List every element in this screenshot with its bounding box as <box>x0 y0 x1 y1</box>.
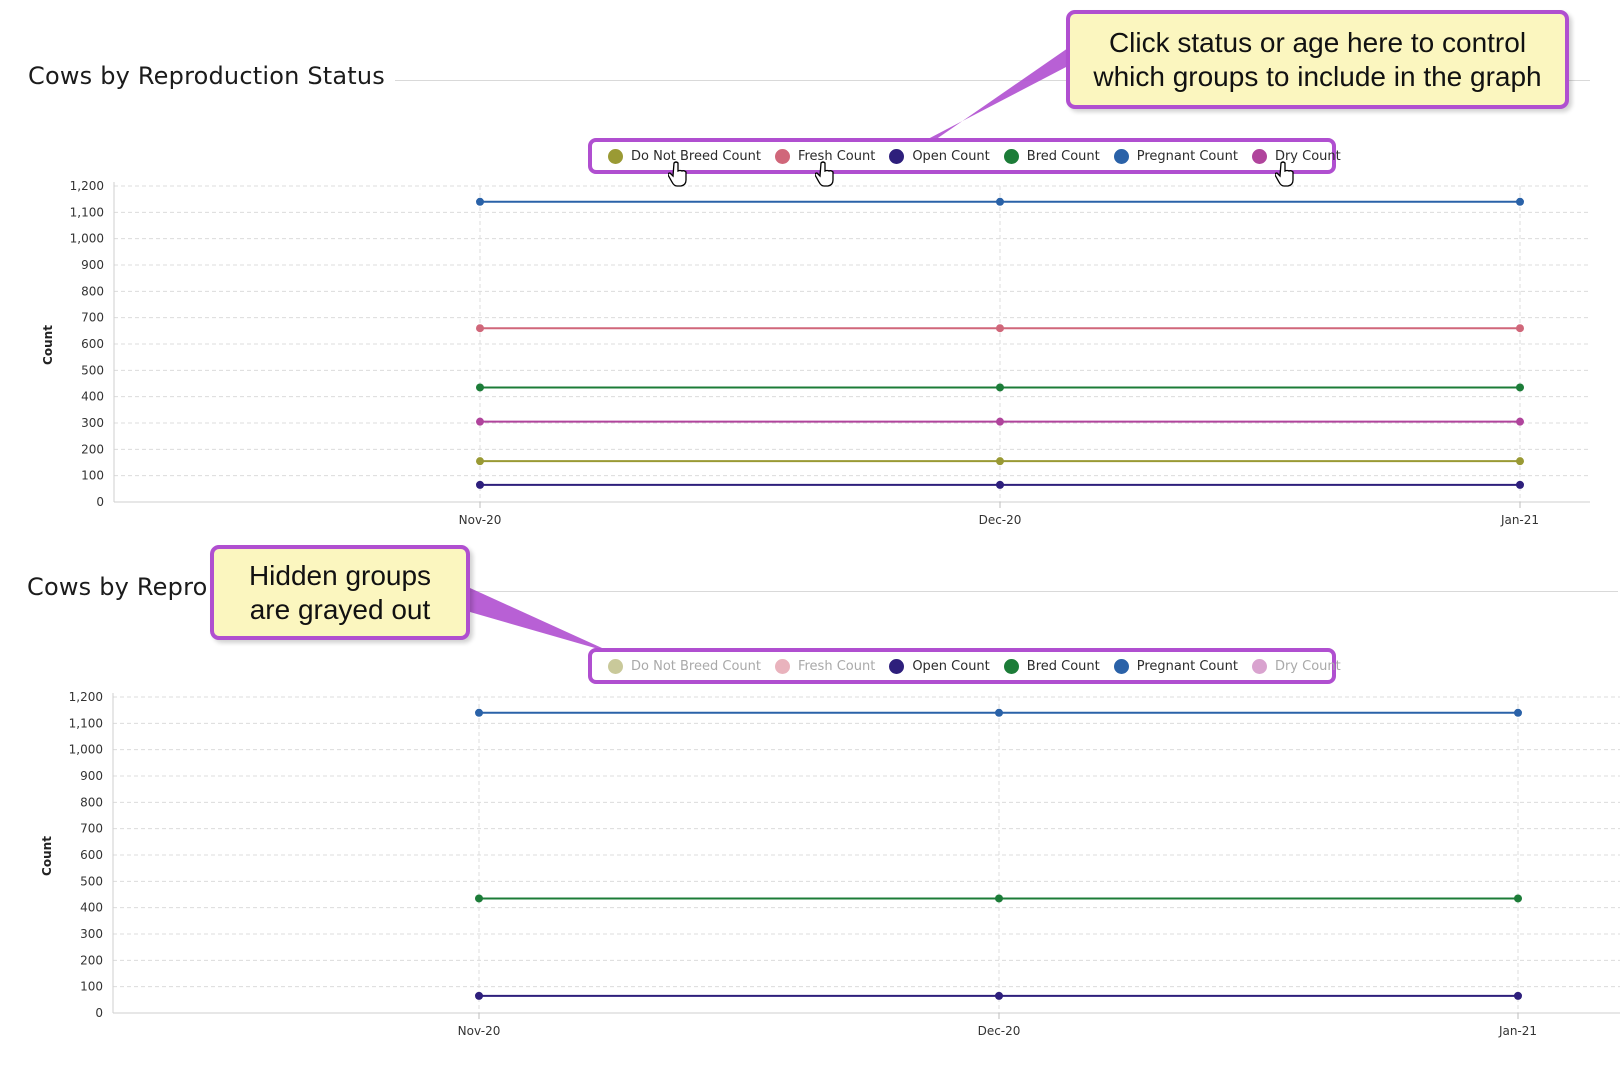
x-tick-label: Nov-20 <box>458 1024 501 1038</box>
legend-swatch <box>608 658 623 674</box>
legend-label: Bred Count <box>1026 658 1100 674</box>
legend-label: Fresh Count <box>797 658 876 674</box>
hand-cursor-icon <box>815 161 834 187</box>
x-tick-label: Jan-21 <box>1498 1024 1537 1038</box>
data-point <box>475 991 483 1000</box>
y-tick-label: 800 <box>80 795 103 809</box>
chart-2-plot: 0 100 200 300 400 500 600 700 800 900 1,000 1,100 1,… <box>40 690 1620 1038</box>
top-callout: Click status or age here to control whic… <box>1066 10 1569 109</box>
data-point <box>995 708 1003 717</box>
bottom-callout: Hidden groups are grayed out <box>210 545 470 640</box>
legend-item-fresh-count[interactable]: Fresh Count <box>774 658 876 674</box>
legend-swatch <box>889 658 905 674</box>
hand-cursor-icon <box>668 161 687 187</box>
x-tick-label: Dec-20 <box>978 1024 1021 1038</box>
legend-swatch <box>1251 658 1267 674</box>
legend-item-open-count[interactable]: Open Count <box>889 658 990 674</box>
y-tick-label: 1,000 <box>69 743 103 757</box>
y-tick-label: 300 <box>80 927 103 941</box>
y-tick-label: 1,200 <box>69 690 103 704</box>
chart-2-legend: Do Not Breed Count Fresh Count Open Count B… <box>588 648 1341 684</box>
y-tick-label: 700 <box>80 822 103 836</box>
legend-item-dry-count[interactable]: Dry Count <box>1251 658 1341 674</box>
data-point <box>475 708 483 717</box>
data-point <box>995 991 1003 1000</box>
legend-label: Dry Count <box>1274 658 1341 674</box>
y-tick-label: 0 <box>95 1006 103 1020</box>
legend-item-pregnant-count[interactable]: Pregnant Count <box>1113 658 1238 674</box>
legend-label: Open Count <box>912 658 990 674</box>
legend-swatch <box>774 658 790 674</box>
data-point <box>995 894 1003 903</box>
data-point <box>475 894 483 903</box>
y-tick-label: 600 <box>80 848 103 862</box>
legend-item-bred-count[interactable]: Bred Count <box>1003 658 1100 674</box>
hand-cursor-icon <box>1275 161 1294 187</box>
legend-item-do-not-breed-count[interactable]: Do Not Breed Count <box>608 658 761 674</box>
y-tick-label: 400 <box>80 901 103 915</box>
y-tick-label: 100 <box>80 980 103 994</box>
data-point <box>1514 708 1522 717</box>
data-point <box>1514 894 1522 903</box>
y-tick-label: 900 <box>80 769 103 783</box>
y-axis-label: Count <box>40 836 54 876</box>
legend-swatch <box>1003 658 1019 674</box>
legend-label: Pregnant Count <box>1136 658 1238 674</box>
y-tick-label: 1,100 <box>69 716 103 730</box>
legend-swatch <box>1113 658 1129 674</box>
data-point <box>1514 991 1522 1000</box>
y-tick-label: 500 <box>80 874 103 888</box>
y-tick-label: 200 <box>80 953 103 967</box>
legend-label: Do Not Breed Count <box>631 658 761 674</box>
